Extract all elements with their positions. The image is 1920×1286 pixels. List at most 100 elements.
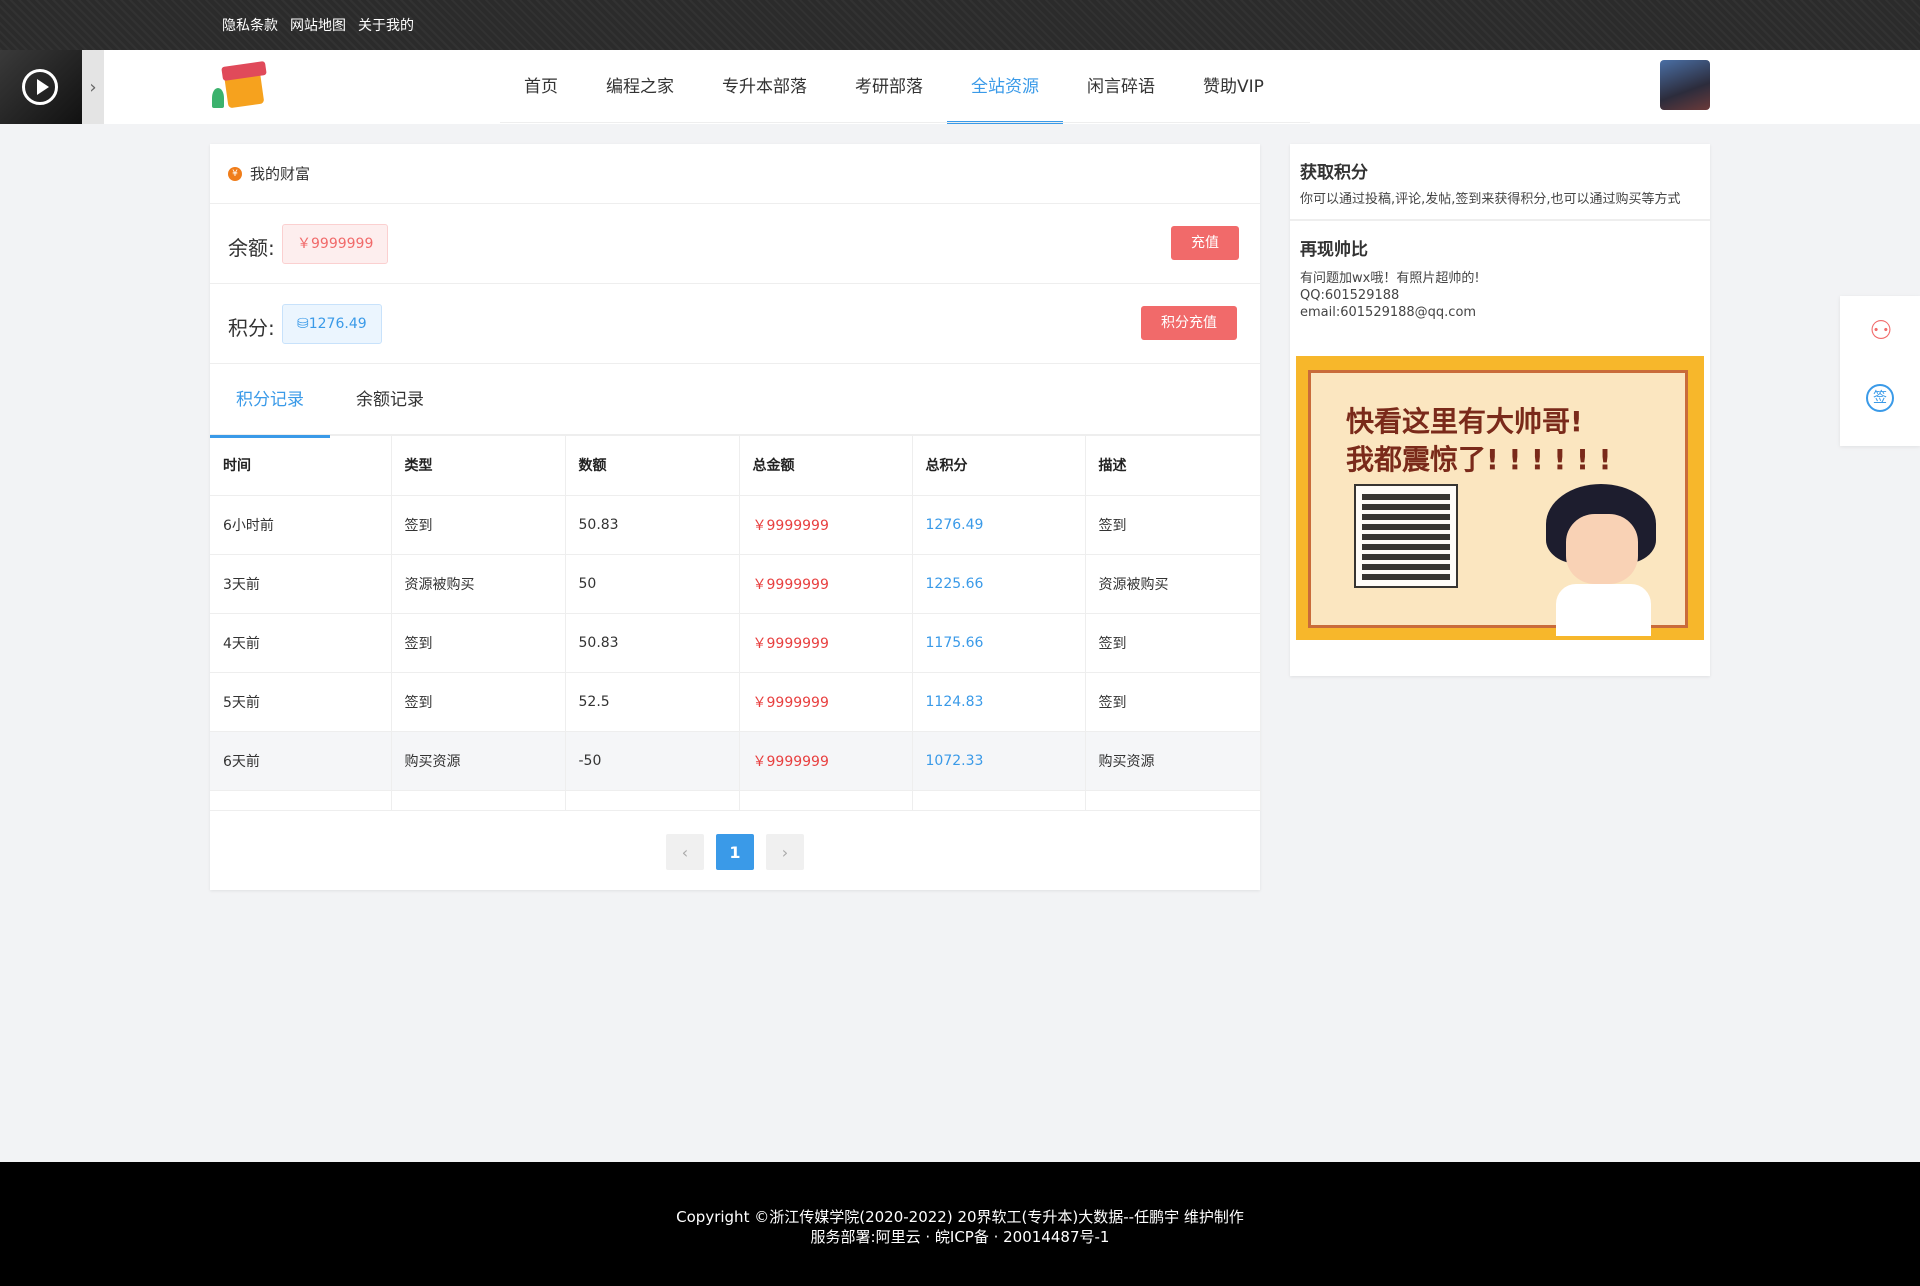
cartoon-girl-icon (1526, 474, 1676, 636)
site-logo[interactable] (212, 58, 282, 118)
cell-total-points: 1175.66 (912, 613, 1086, 673)
cell-time: 3天前 (210, 554, 392, 614)
points-recharge-button[interactable]: 积分充值 (1141, 306, 1237, 340)
site-footer: Copyright ©浙江传媒学院(2020-2022) 20界软工(专升本)大… (0, 1162, 1920, 1286)
prev-page-button[interactable]: ‹ (666, 834, 704, 870)
cell-total-money: ￥9999999 (739, 613, 913, 673)
table-row: 6小时前 签到 50.83 ￥9999999 1276.49 签到 (210, 495, 1261, 555)
next-page-button[interactable]: › (766, 834, 804, 870)
main-nav: 首页 编程之家 专升本部落 考研部落 全站资源 闲言碎语 赞助VIP (500, 50, 1288, 124)
cell-type: 资源被购买 (391, 554, 566, 614)
cell-type: 签到 (391, 672, 566, 732)
wealth-header: ¥ 我的财富 (210, 144, 1260, 204)
contact-info: 有问题加wx哦！有照片超帅的! QQ:601529188 email:60152… (1290, 260, 1710, 321)
table-row: 3天前 资源被购买 50 ￥9999999 1225.66 资源被购买 (210, 554, 1261, 614)
cell-amount: 52.5 (565, 672, 740, 732)
balance-label: 余额: (228, 236, 275, 260)
coin-icon: ¥ (228, 166, 242, 181)
cell-total-points: 1276.49 (912, 495, 1086, 555)
cell-total-points: 1124.83 (912, 672, 1086, 732)
promo-image: 快看这里有大帅哥! 我都震惊了! ! ! ! ! ! (1296, 356, 1704, 640)
table-row: 5天前 签到 52.5 ￥9999999 1124.83 签到 (210, 672, 1261, 732)
points-info-text: 你可以通过投稿,评论,发帖,签到来获得积分,也可以通过购买等方式 (1300, 192, 1681, 207)
cell-time: 6小时前 (210, 495, 392, 555)
page-1-button[interactable]: 1 (716, 834, 754, 870)
col-amount: 数额 (565, 436, 740, 496)
about-link[interactable]: 关于我的 (358, 15, 414, 35)
col-time: 时间 (210, 436, 392, 496)
cell-total-money: ￥9999999 (739, 495, 913, 555)
cell-time: 5天前 (210, 672, 392, 732)
cell-amount: 50 (565, 554, 740, 614)
col-type: 类型 (391, 436, 566, 496)
tab-balance-record[interactable]: 余额记录 (330, 364, 450, 436)
cell-total-points: 1225.66 (912, 554, 1086, 614)
top-bar: 隐私条款 网站地图 关于我的 (0, 0, 1920, 50)
points-info-title: 获取积分 (1300, 163, 1368, 183)
points-value: ⛁1276.49 (282, 304, 382, 344)
cell-amount: -50 (565, 731, 740, 791)
chevron-right-icon[interactable]: › (82, 50, 104, 124)
recharge-button[interactable]: 充值 (1171, 226, 1239, 260)
points-row: 积分: ⛁1276.49 积分充值 (210, 284, 1260, 364)
qr-code-icon (1354, 484, 1458, 588)
site-header: › 首页 编程之家 专升本部落 考研部落 全站资源 闲言碎语 赞助VIP (0, 50, 1920, 124)
user-icon[interactable]: ⚇ (1868, 316, 1894, 348)
cell-desc: 购买资源 (1085, 731, 1261, 791)
cell-type: 签到 (391, 495, 566, 555)
col-desc: 描述 (1085, 436, 1261, 496)
table-header: 时间 类型 数额 总金额 总积分 描述 (210, 436, 1261, 496)
cell-desc: 资源被购买 (1085, 554, 1261, 614)
balance-row: 余额: ￥9999999 充值 (210, 204, 1260, 284)
promo-headline-1: 快看这里有大帅哥! (1346, 405, 1583, 438)
col-total-money: 总金额 (739, 436, 913, 496)
avatar[interactable] (1660, 60, 1710, 110)
cell-type: 签到 (391, 613, 566, 673)
sidebar-card: 获取积分 你可以通过投稿,评论,发帖,签到来获得积分,也可以通过购买等方式 再现… (1290, 144, 1710, 676)
pagination: ‹ 1 › (210, 834, 1260, 870)
contact-title: 再现帅比 (1300, 240, 1368, 260)
cell-total-points: 1072.33 (912, 731, 1086, 791)
record-tabs: 积分记录 余额记录 (210, 364, 1260, 438)
top-links: 隐私条款 网站地图 关于我的 (222, 0, 414, 50)
table-row: 6天前 购买资源 -50 ￥9999999 1072.33 购买资源 (210, 731, 1261, 791)
cell-amount: 50.83 (565, 613, 740, 673)
play-icon[interactable] (22, 69, 58, 105)
table-row: 4天前 签到 50.83 ￥9999999 1175.66 签到 (210, 613, 1261, 673)
nav-upgrade[interactable]: 专升本部落 (698, 50, 831, 124)
cell-desc: 签到 (1085, 613, 1261, 673)
cell-total-money: ￥9999999 (739, 731, 913, 791)
wealth-card: ¥ 我的财富 余额: ￥9999999 充值 积分: ⛁1276.49 积分充值… (210, 144, 1261, 890)
cell-amount: 50.83 (565, 495, 740, 555)
nav-postgrad[interactable]: 考研部落 (831, 50, 947, 124)
nav-chat[interactable]: 闲言碎语 (1063, 50, 1179, 124)
nav-vip[interactable]: 赞助VIP (1179, 50, 1288, 124)
sign-in-icon[interactable]: 签 (1866, 384, 1894, 412)
nav-home[interactable]: 首页 (500, 50, 582, 124)
sitemap-link[interactable]: 网站地图 (290, 15, 346, 35)
music-player[interactable] (0, 50, 82, 124)
promo-headline-2: 我都震惊了! ! ! ! ! ! (1346, 443, 1612, 476)
contact-qq: QQ:601529188 (1300, 288, 1400, 303)
cell-time: 6天前 (210, 731, 392, 791)
table-row (210, 790, 1261, 811)
stack-icon: ⛁ (297, 316, 309, 332)
cell-total-money: ￥9999999 (739, 672, 913, 732)
nav-divider (500, 122, 1310, 123)
copyright-text: Copyright ©浙江传媒学院(2020-2022) 20界软工(专升本)大… (676, 1208, 1244, 1226)
nav-programming[interactable]: 编程之家 (582, 50, 698, 124)
records-table: 时间 类型 数额 总金额 总积分 描述 6小时前 签到 50.83 ￥99999… (210, 436, 1261, 811)
tab-points-record[interactable]: 积分记录 (210, 364, 330, 438)
balance-value: ￥9999999 (282, 224, 389, 264)
wealth-title: 我的财富 (250, 165, 311, 183)
points-label: 积分: (228, 316, 275, 340)
cell-time: 4天前 (210, 613, 392, 673)
icp-text: 服务部署:阿里云 · 皖ICP备 · 20014487号-1 (810, 1228, 1110, 1246)
cell-desc: 签到 (1085, 672, 1261, 732)
contact-line-1: 有问题加wx哦！有照片超帅的! (1300, 271, 1480, 286)
privacy-link[interactable]: 隐私条款 (222, 15, 278, 35)
nav-resources[interactable]: 全站资源 (947, 50, 1063, 124)
col-total-points: 总积分 (912, 436, 1086, 496)
cell-type: 购买资源 (391, 731, 566, 791)
contact-email: email:601529188@qq.com (1300, 305, 1477, 320)
